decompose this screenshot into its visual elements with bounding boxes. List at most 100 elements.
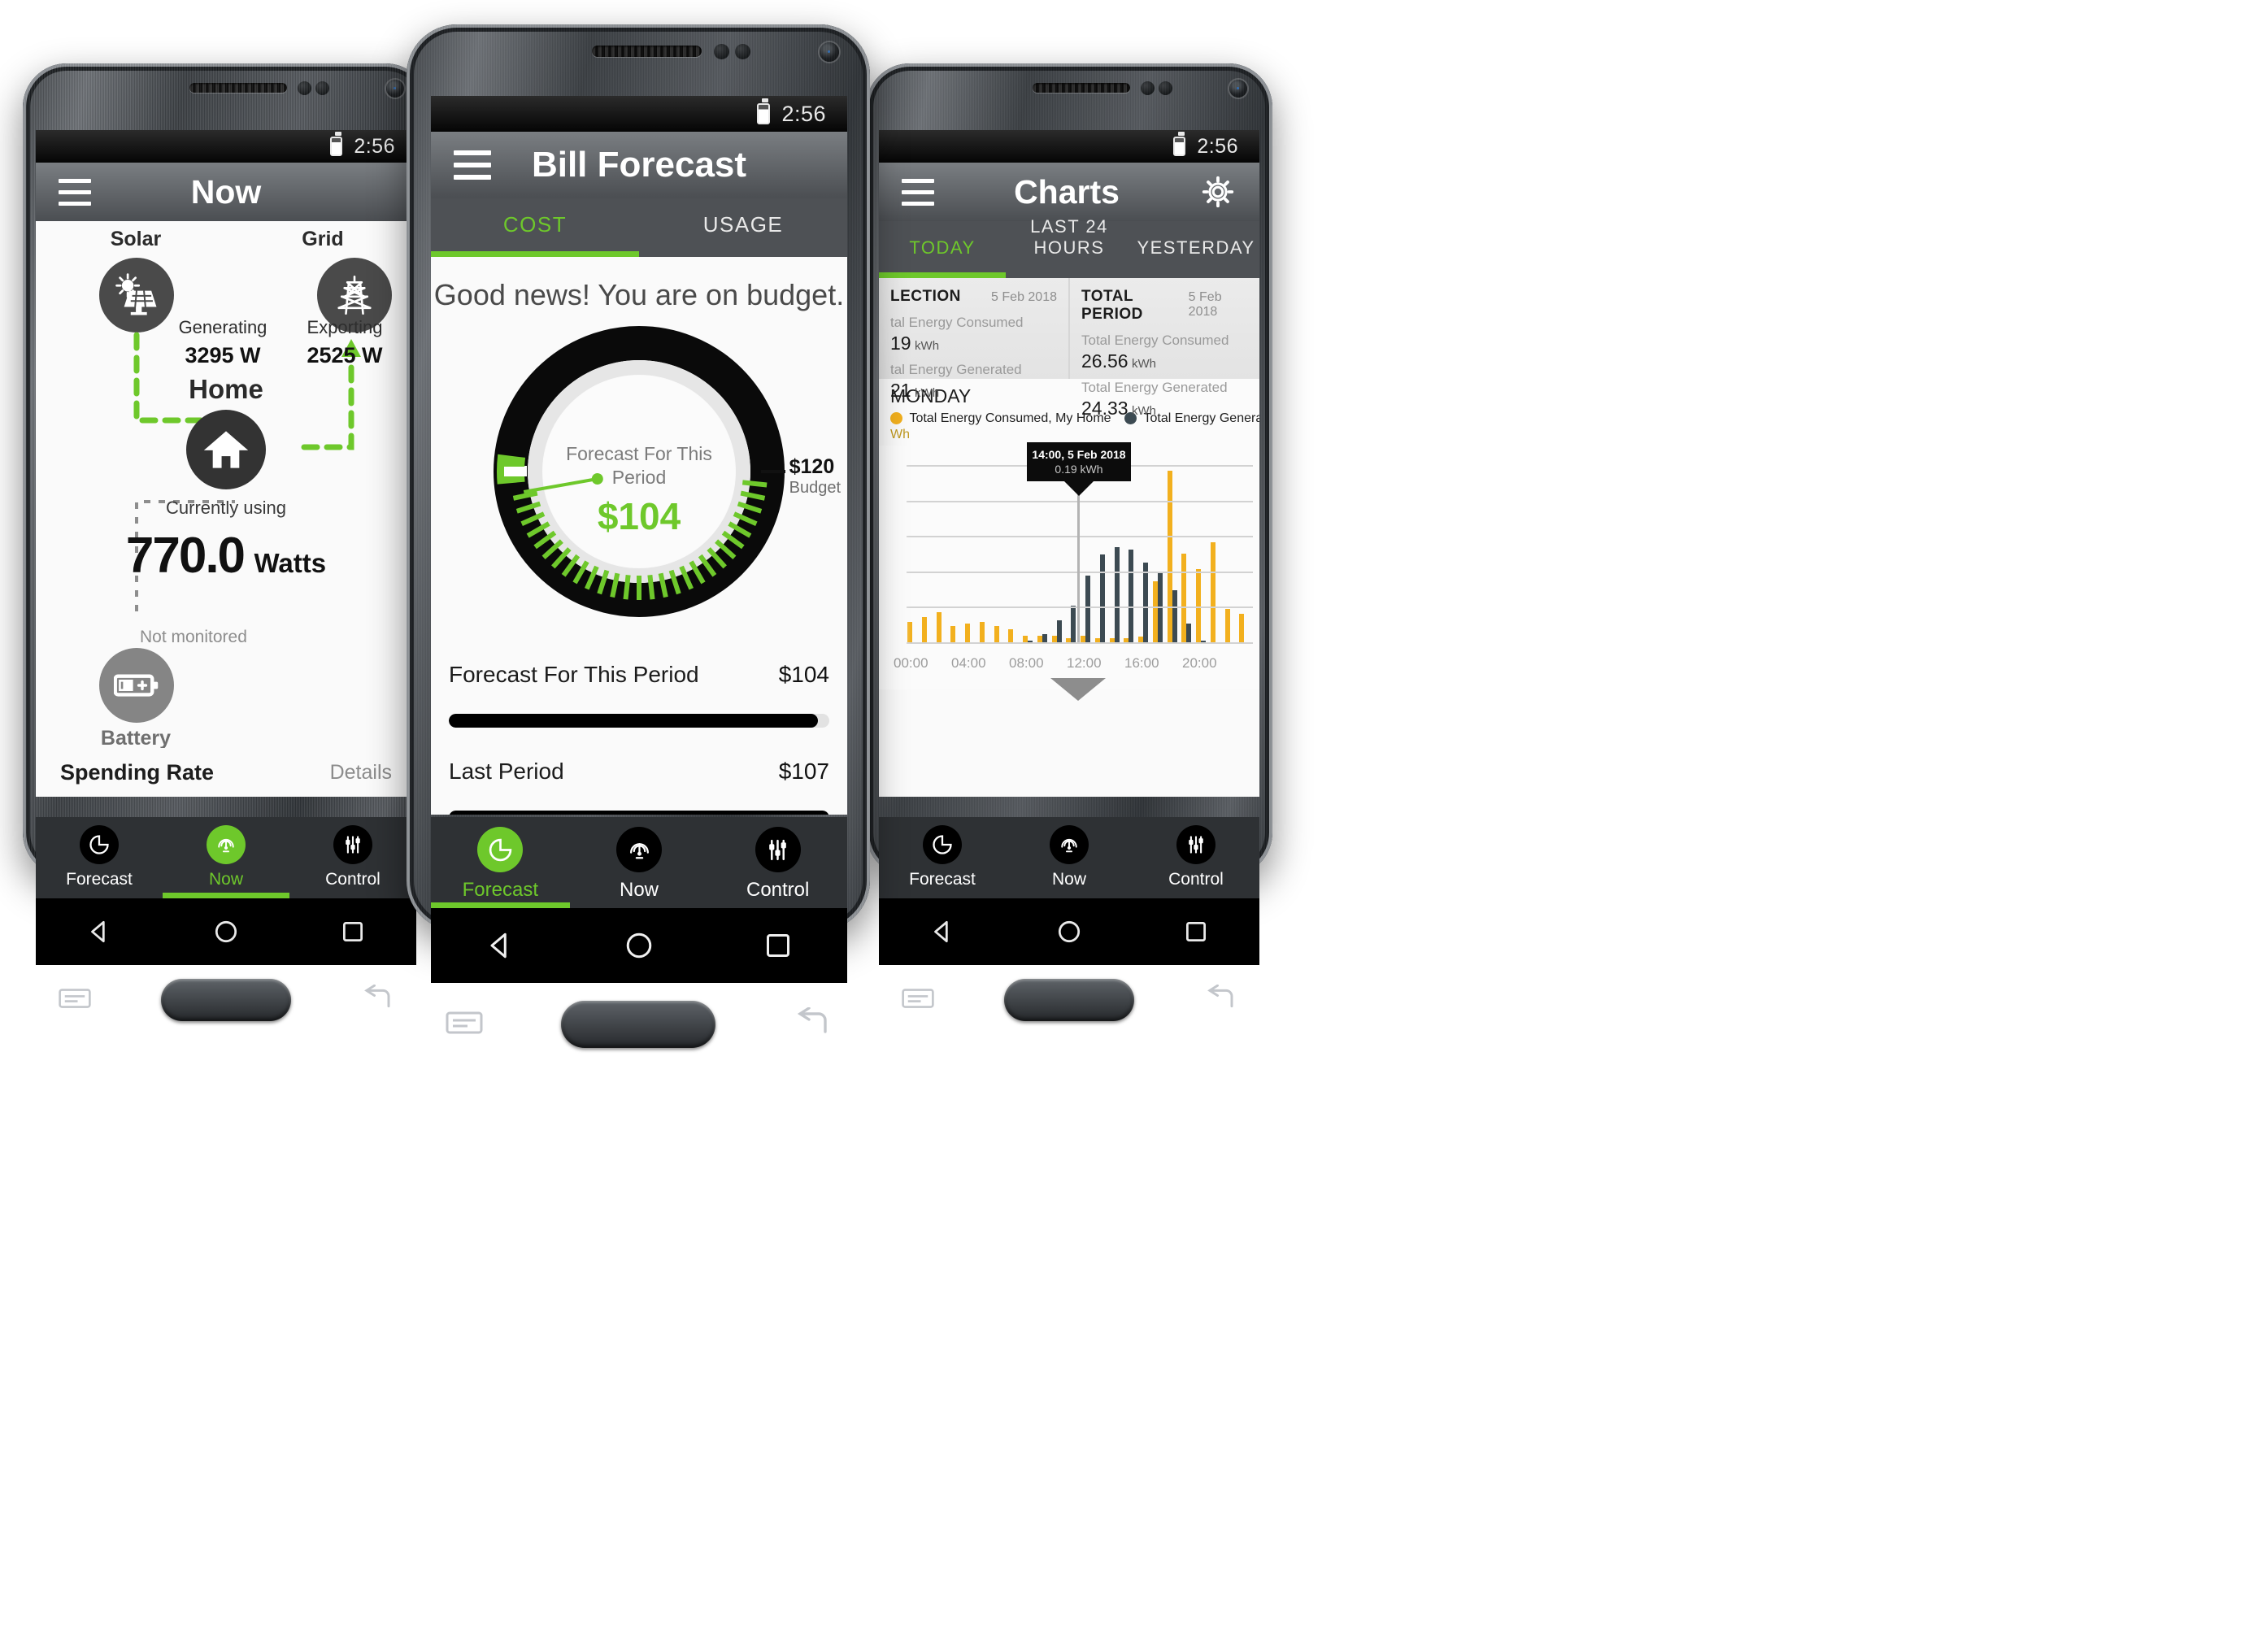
exporting-label: Exporting [307, 317, 383, 337]
menu-softkey-right[interactable] [901, 986, 935, 1015]
android-recents-button-right[interactable] [1133, 918, 1259, 946]
card-metric-value-1b: 21 [890, 380, 911, 401]
android-back-button-left[interactable] [36, 918, 163, 946]
tab-active-indicator-right [879, 272, 1006, 278]
row-forecast-name: Forecast For This Period [449, 662, 699, 687]
chart-x-tick: 08:00 [1009, 655, 1044, 671]
solar-panel-icon [115, 273, 157, 315]
home-node[interactable] [186, 410, 266, 489]
nav-forecast-right[interactable]: Forecast [879, 817, 1006, 898]
light-sensor-middle [735, 44, 750, 59]
chart-bar [1099, 554, 1105, 642]
android-back-button-right[interactable] [879, 918, 1006, 946]
nav-forecast-middle[interactable]: Forecast [431, 817, 570, 908]
tab-cost[interactable]: COST [431, 212, 639, 257]
current-usage-block: Currently using 770.0 Watts [36, 498, 416, 585]
android-system-bar-right [879, 898, 1259, 965]
nav-forecast-label-left: Forecast [66, 870, 133, 889]
summary-card-total-period[interactable]: TOTAL PERIOD 5 Feb 2018 Total Energy Con… [1070, 278, 1259, 419]
home-hardware-button-middle[interactable] [560, 1001, 715, 1048]
bottom-nav-left: Forecast Now Control [36, 817, 416, 898]
screen-now: 2:56 Now Solar Grid Generating 3295 W Ex… [36, 130, 416, 797]
back-softkey-right[interactable] [1203, 984, 1237, 1016]
tooltip-value: 0.19 kWh [1055, 463, 1103, 476]
legend-dot-consumed [890, 412, 902, 425]
tab-active-indicator-middle [431, 251, 639, 257]
nav-control-right[interactable]: Control [1133, 817, 1259, 898]
chart-gridline [907, 500, 1253, 502]
budget-gauge[interactable]: Forecast For This Period $104 $120 Budge… [431, 320, 847, 654]
power-pylon-icon [337, 275, 372, 315]
tab-last-24-hours[interactable]: LAST 24 HOURS [1006, 216, 1133, 278]
nav-now-middle[interactable]: Now [570, 817, 709, 908]
android-home-button-left[interactable] [163, 918, 289, 946]
app-bar-charts: Charts [879, 163, 1259, 221]
screen-bill-forecast: 2:56 Bill Forecast COST USAGE Good news!… [431, 96, 847, 815]
chart-bar [1042, 634, 1047, 642]
page-title-right: Charts [1014, 172, 1120, 211]
app-bar-bill-forecast: Bill Forecast [431, 132, 847, 198]
chart-cursor-handle[interactable] [1050, 678, 1106, 701]
row-forecast-this-period[interactable]: Forecast For This Period $104 [449, 662, 829, 688]
card-title-1: LECTION [890, 288, 961, 305]
chart-bar [921, 616, 927, 642]
earpiece-speaker-middle [592, 46, 702, 57]
android-home-button-middle[interactable] [570, 929, 709, 962]
budget-headline: Good news! You are on budget. [433, 278, 845, 311]
hamburger-icon-right[interactable] [902, 178, 934, 206]
row-last-period[interactable]: Last Period $107 [449, 759, 829, 785]
menu-softkey-middle[interactable] [445, 1009, 484, 1041]
android-recents-button-middle[interactable] [708, 929, 847, 962]
spending-rate-details-link[interactable]: Details [330, 761, 392, 785]
chart-gridline [907, 606, 1253, 609]
spending-rate-row[interactable]: Spending Rate Details [36, 748, 416, 797]
android-recents-button-left[interactable] [289, 918, 416, 946]
energy-bar-chart[interactable]: 14:00, 5 Feb 2018 0.19 kWh 00:00 04:00 08:… [879, 442, 1259, 701]
back-softkey-left[interactable] [360, 984, 394, 1016]
current-usage-unit: Watts [254, 548, 327, 578]
gear-icon[interactable] [1199, 173, 1237, 211]
summary-card-selection[interactable]: LECTION 5 Feb 2018 tal Energy Consumed 1… [879, 278, 1070, 401]
gauge-center-value: $104 [597, 494, 681, 537]
home-hardware-button-right[interactable] [1003, 979, 1134, 1021]
chart-tooltip: 14:00, 5 Feb 2018 0.19 kWh [1027, 442, 1131, 481]
light-sensor-right [1159, 81, 1172, 95]
android-back-button-middle[interactable] [431, 929, 570, 962]
card-date-1: 5 Feb 2018 [991, 290, 1057, 304]
gauge-center-label: Forecast For This Period [566, 443, 712, 488]
chart-bar [1224, 609, 1230, 642]
app-bar-now: Now [36, 163, 416, 221]
card-metric-unit-1b: kWh [915, 386, 940, 400]
proximity-sensor-middle [714, 44, 729, 59]
tooltip-title: 14:00, 5 Feb 2018 [1032, 448, 1126, 461]
tab-usage[interactable]: USAGE [639, 212, 847, 257]
gauge-budget-value: $120 [789, 455, 835, 478]
currently-using-label: Currently using [166, 498, 286, 518]
earpiece-speaker-right [1033, 83, 1130, 93]
hardware-buttons-right [866, 967, 1272, 1032]
nav-now-right[interactable]: Now [1006, 817, 1133, 898]
card-metric-unit-2b: kWh [1132, 404, 1157, 418]
chart-bar [1037, 635, 1042, 642]
chart-bar [1051, 635, 1057, 642]
nav-control-left[interactable]: Control [289, 817, 416, 898]
chart-gridline [907, 642, 1253, 644]
android-system-bar-left [36, 898, 416, 965]
chart-gridline [907, 571, 1253, 573]
status-clock: 2:56 [354, 134, 395, 158]
nav-now-left[interactable]: Now [163, 817, 289, 898]
tab-yesterday[interactable]: YESTERDAY [1133, 237, 1259, 278]
battery-node[interactable] [99, 648, 174, 723]
nav-forecast-left[interactable]: Forecast [36, 817, 163, 898]
card-metric-value-2b: 24.33 [1081, 398, 1129, 419]
now-flow-diagram: Solar Grid Generating 3295 W Exporting 2… [36, 221, 416, 797]
nav-control-middle[interactable]: Control [708, 817, 847, 908]
sliders-icon-right [1176, 825, 1216, 864]
home-hardware-button-left[interactable] [160, 979, 291, 1021]
card-metric-label-2b: Total Energy Generated [1081, 380, 1228, 395]
back-softkey-middle[interactable] [793, 1006, 832, 1042]
screen-charts: 2:56 Charts TODAY LAST 24 HOURS YESTERDA… [879, 130, 1259, 797]
gauge-budget-label: Budget [789, 479, 841, 497]
android-home-button-right[interactable] [1006, 918, 1133, 946]
menu-softkey-left[interactable] [58, 986, 92, 1015]
